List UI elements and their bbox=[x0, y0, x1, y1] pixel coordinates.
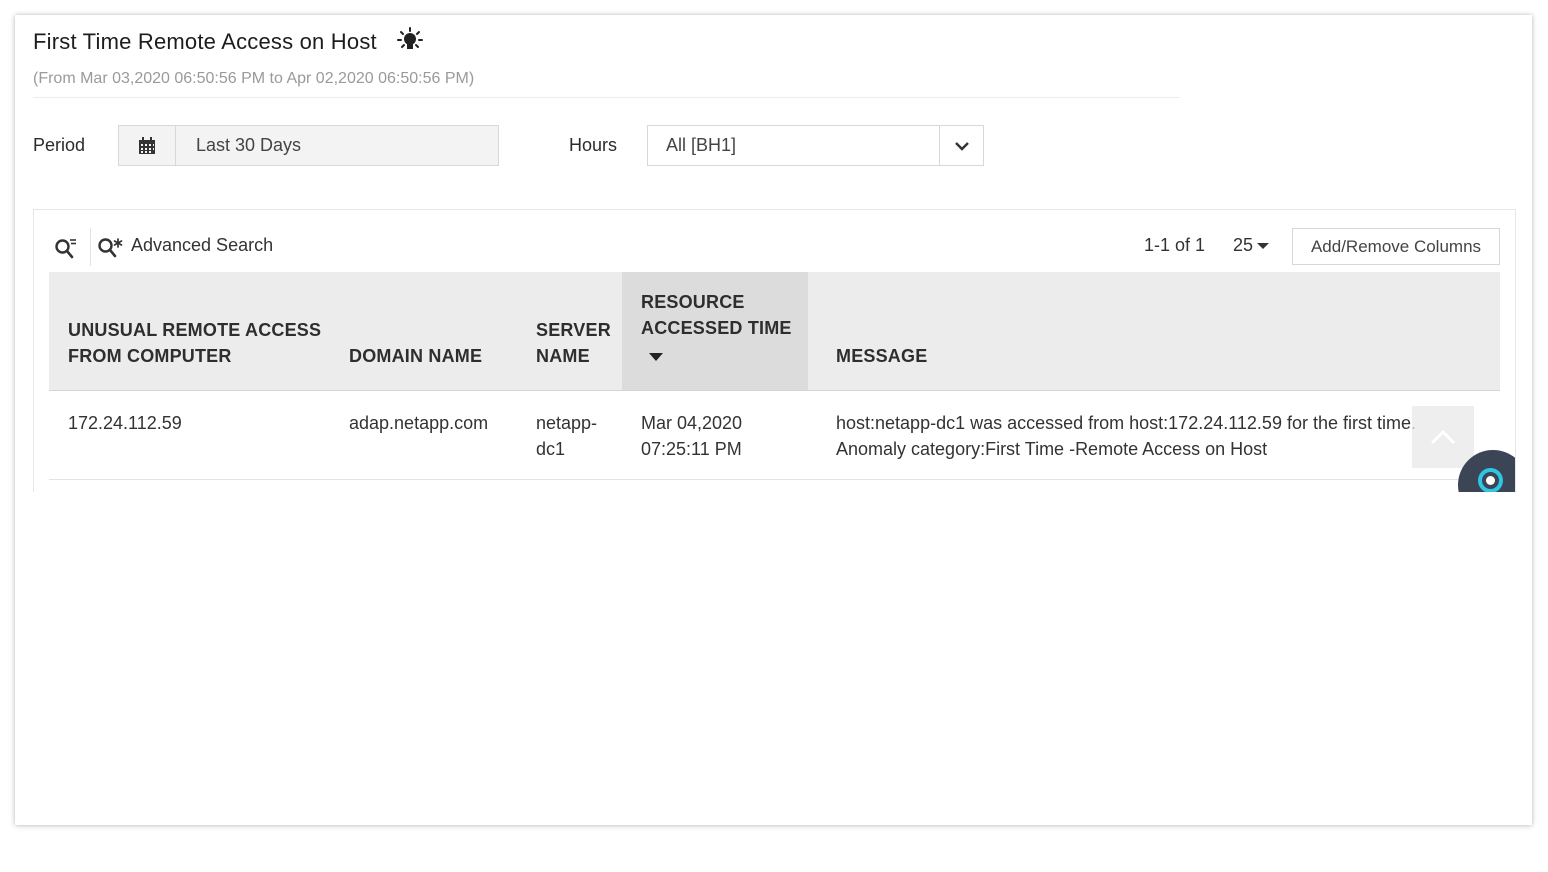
hours-value[interactable]: All [BH1] bbox=[648, 126, 939, 165]
column-header-line: FROM COMPUTER bbox=[68, 346, 232, 366]
cell-line: Anomaly category:First Time -Remote Acce… bbox=[836, 439, 1268, 459]
cell-line: netapp- bbox=[536, 413, 598, 433]
cell-accessed-time: Mar 04,2020 07:25:11 PM bbox=[641, 410, 742, 462]
table-header: UNUSUAL REMOTE ACCESS FROM COMPUTER DOMA… bbox=[49, 272, 1500, 391]
lightbulb-icon[interactable] bbox=[396, 27, 423, 53]
hours-dropdown-button[interactable] bbox=[939, 126, 983, 165]
add-remove-columns-label: Add/Remove Columns bbox=[1310, 236, 1482, 256]
cell-line: 07:25:11 PM bbox=[641, 439, 742, 459]
column-header-message[interactable]: MESSAGE bbox=[836, 343, 927, 369]
cell-domain: adap.netapp.com bbox=[349, 413, 489, 433]
column-header-line: RESOURCE bbox=[641, 292, 745, 312]
column-header-server[interactable]: SERVER NAME bbox=[536, 317, 611, 369]
column-header-line: NAME bbox=[536, 346, 590, 366]
advanced-search-icon[interactable] bbox=[97, 236, 123, 258]
row-divider bbox=[49, 479, 1500, 480]
cell-message: host:netapp-dc1 was accessed from host:1… bbox=[836, 410, 1416, 462]
report-card: First Time Remote Access on Host (From M… bbox=[15, 15, 1532, 825]
column-header-line: UNUSUAL REMOTE ACCESS bbox=[68, 320, 322, 340]
column-header-line: ACCESSED TIME bbox=[641, 318, 792, 338]
column-header-accessed-time[interactable]: RESOURCE ACCESSED TIME bbox=[641, 289, 792, 341]
hours-select[interactable]: All [BH1] bbox=[647, 125, 984, 166]
column-header-line: SERVER bbox=[536, 320, 611, 340]
scroll-to-top-button[interactable] bbox=[1412, 406, 1474, 468]
toolbar-divider bbox=[90, 228, 91, 266]
hours-label: Hours bbox=[569, 135, 618, 155]
chat-bubble-icon bbox=[1478, 468, 1503, 492]
column-header-domain[interactable]: DOMAIN NAME bbox=[349, 343, 482, 369]
caret-down-icon bbox=[1257, 242, 1270, 249]
title-divider bbox=[33, 97, 1180, 98]
period-picker[interactable]: Last 30 Days bbox=[118, 125, 499, 166]
page-size-value[interactable]: 25 bbox=[1233, 235, 1253, 256]
search-filter-icon[interactable] bbox=[54, 237, 78, 259]
page-title: First Time Remote Access on Host bbox=[33, 29, 377, 54]
sort-descending-icon[interactable] bbox=[649, 353, 663, 361]
period-value[interactable]: Last 30 Days bbox=[176, 126, 301, 165]
page-size-select[interactable]: 25 bbox=[1233, 235, 1270, 256]
column-header-line: MESSAGE bbox=[836, 346, 928, 366]
chevron-up-icon bbox=[1430, 429, 1456, 445]
calendar-icon bbox=[139, 136, 155, 154]
cell-computer: 172.24.112.59 bbox=[68, 413, 182, 433]
results-panel: Advanced Search 1-1 of 1 25 Add/Remove C… bbox=[33, 209, 1516, 492]
cell-line: dc1 bbox=[536, 439, 566, 459]
cell-line: Mar 04,2020 bbox=[641, 413, 743, 433]
calendar-button[interactable] bbox=[119, 126, 176, 165]
add-remove-columns-button[interactable]: Add/Remove Columns bbox=[1292, 228, 1500, 265]
pagination-info: 1-1 of 1 bbox=[1144, 235, 1206, 255]
title-row: First Time Remote Access on Host bbox=[33, 27, 423, 55]
period-label: Period bbox=[33, 135, 86, 155]
advanced-search-link[interactable]: Advanced Search bbox=[131, 235, 273, 256]
cell-server: netapp- dc1 bbox=[536, 410, 597, 462]
date-range: (From Mar 03,2020 06:50:56 PM to Apr 02,… bbox=[33, 70, 475, 87]
cell-line: host:netapp-dc1 was accessed from host:1… bbox=[836, 413, 1416, 433]
chevron-down-icon bbox=[954, 141, 969, 151]
column-header-computer[interactable]: UNUSUAL REMOTE ACCESS FROM COMPUTER bbox=[68, 317, 321, 369]
column-header-line: DOMAIN NAME bbox=[349, 346, 483, 366]
